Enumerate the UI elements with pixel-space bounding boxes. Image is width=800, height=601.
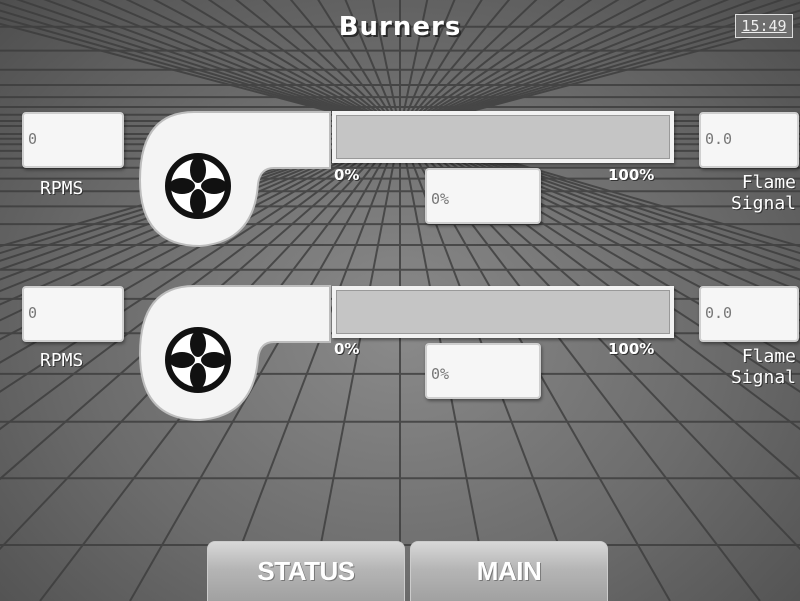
percent-field-2: 0% <box>425 343 541 399</box>
rpm-label-2: RPMS <box>40 350 84 371</box>
percent-value-1: 0% <box>431 190 450 208</box>
burner-progress-bar-2 <box>332 286 674 338</box>
status-button[interactable]: STATUS <box>207 541 405 601</box>
rpm-value-2: 0 <box>28 304 38 322</box>
flame-label-line2-1: Signal <box>730 193 796 214</box>
bar-min-label-2: 0% <box>334 340 360 358</box>
blower-fan-icon-2 <box>138 285 331 422</box>
flame-signal-field-1: 0.0 <box>699 112 799 168</box>
percent-field-1: 0% <box>425 168 541 224</box>
burners-screen: Burners 15:49 0 RPMS 0% 100% 0% 0.0 Flam… <box>0 0 800 601</box>
blower-fan-icon-1 <box>138 111 331 248</box>
rpm-value-1: 0 <box>28 130 38 148</box>
bar-max-label-2: 100% <box>608 340 655 358</box>
bar-min-label-1: 0% <box>334 166 360 184</box>
rpm-label-1: RPMS <box>40 178 84 199</box>
rpm-field-1: 0 <box>22 112 124 168</box>
rpm-field-2: 0 <box>22 286 124 342</box>
flame-label-line1-1: Flame <box>741 172 796 193</box>
flame-label-line1-2: Flame <box>741 346 796 367</box>
flame-label-line2-2: Signal <box>730 367 796 388</box>
main-button[interactable]: MAIN <box>410 541 608 601</box>
percent-value-2: 0% <box>431 365 450 383</box>
flame-value-2: 0.0 <box>705 304 733 322</box>
page-title: Burners <box>338 12 462 42</box>
clock-display: 15:49 <box>735 14 793 38</box>
bar-max-label-1: 100% <box>608 166 655 184</box>
flame-label-1: Flame Signal <box>726 172 796 214</box>
burner-progress-bar-1 <box>332 111 674 163</box>
flame-signal-field-2: 0.0 <box>699 286 799 342</box>
flame-value-1: 0.0 <box>705 130 733 148</box>
flame-label-2: Flame Signal <box>726 346 796 388</box>
